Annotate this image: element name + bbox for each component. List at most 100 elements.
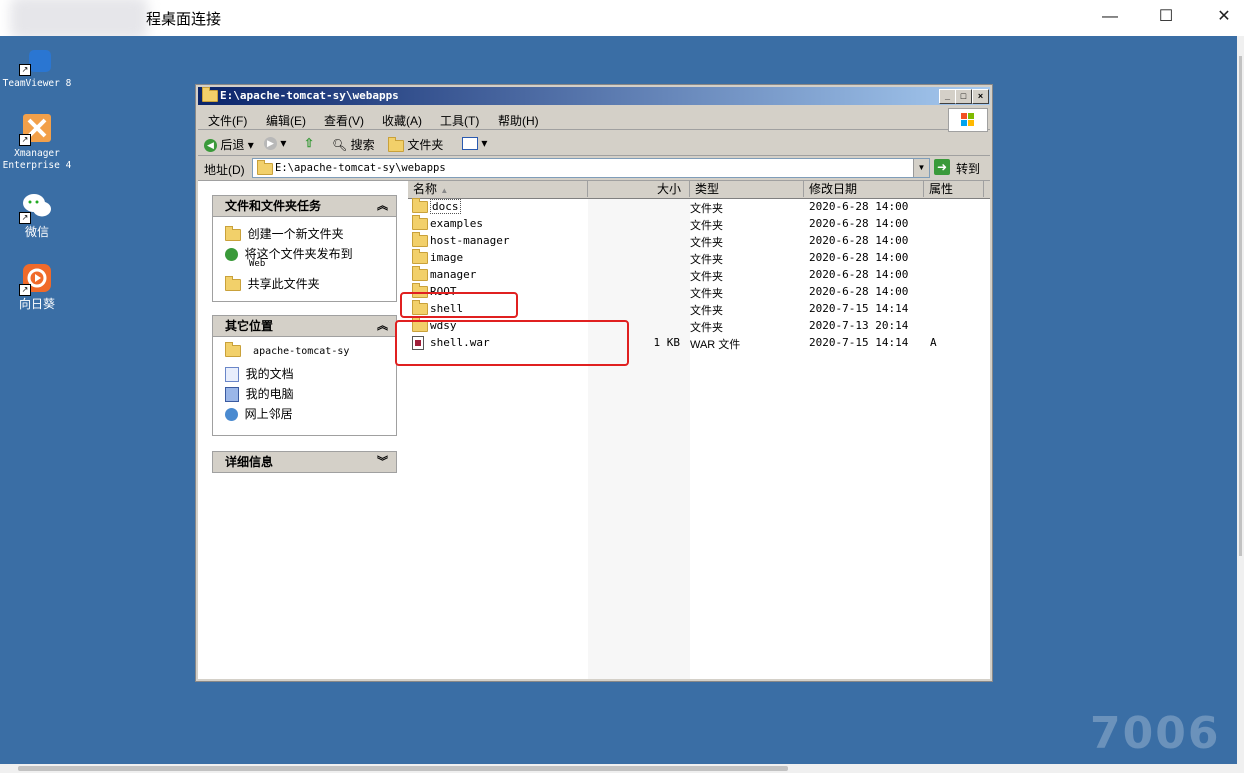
explorer-maximize-button[interactable]: □	[955, 89, 972, 104]
close-button[interactable]: ✕	[1210, 6, 1238, 28]
file-name: host-manager	[430, 234, 510, 247]
desktop-icon-xmanager[interactable]: ↗ Xmanager Enterprise 4	[0, 112, 74, 172]
globe-icon	[225, 248, 238, 262]
vertical-scrollbar[interactable]	[1237, 36, 1244, 764]
file-attr: A	[930, 336, 937, 349]
menu-favorites[interactable]: 收藏(A)	[382, 112, 422, 129]
address-label: 地址(D)	[204, 163, 245, 177]
column-date[interactable]: 修改日期	[804, 181, 924, 197]
sunflower-icon: ↗	[19, 262, 53, 296]
task-share-folder[interactable]: 共享此文件夹	[225, 275, 320, 292]
menu-view[interactable]: 查看(V)	[324, 112, 364, 129]
desktop-icon-label: 向日葵	[18, 297, 55, 311]
highlight-shell-folder	[400, 292, 518, 318]
folder-icon	[412, 215, 428, 230]
other-places-header[interactable]: 其它位置 ︽	[212, 315, 397, 337]
desktop-icon-sunflower[interactable]: ↗ 向日葵	[0, 262, 74, 310]
file-type: 文件夹	[690, 271, 723, 283]
back-arrow-icon: ◀	[204, 139, 217, 153]
desktop-icon-teamviewer[interactable]: ↗ TeamViewer 8	[0, 42, 74, 90]
up-folder-button[interactable]: ⇧	[304, 136, 314, 150]
place-my-computer[interactable]: 我的电脑	[225, 385, 294, 403]
new-folder-icon	[225, 225, 241, 241]
back-label: 后退	[220, 138, 245, 152]
highlight-shell-war	[395, 320, 629, 366]
folder-icon	[257, 160, 273, 175]
panel-title: 详细信息	[225, 455, 274, 469]
file-row[interactable]: host-manager 文件夹 2020-6-28 14:00	[408, 232, 990, 249]
desktop-icon-label: TeamViewer 8	[2, 78, 72, 89]
go-label: 转到	[956, 162, 981, 176]
horizontal-scrollbar[interactable]	[0, 764, 1244, 773]
file-date: 2020-6-28 14:00	[809, 217, 909, 230]
wechat-icon: ↗	[19, 190, 53, 224]
file-date: 2020-6-28 14:00	[809, 234, 909, 247]
file-date: 2020-7-15 14:14	[809, 336, 909, 349]
file-row[interactable]: manager 文件夹 2020-6-28 14:00	[408, 266, 990, 283]
menu-help[interactable]: 帮助(H)	[498, 112, 539, 129]
back-button[interactable]: ◀ 后退 ▾	[204, 136, 254, 153]
folder-icon	[202, 87, 218, 102]
collapse-icon[interactable]: ︽	[377, 316, 388, 336]
file-name: docs	[430, 199, 461, 214]
folder-icon	[388, 136, 404, 152]
desktop-icon-wechat[interactable]: ↗ 微信	[0, 190, 74, 238]
file-date: 2020-6-28 14:00	[809, 251, 909, 264]
file-row[interactable]: image 文件夹 2020-6-28 14:00	[408, 249, 990, 266]
place-my-documents[interactable]: 我的文档	[225, 365, 294, 383]
file-date: 2020-7-15 14:14	[809, 302, 909, 315]
views-button[interactable]: ▾	[462, 136, 487, 151]
maximize-button[interactable]: ☐	[1152, 6, 1180, 28]
address-dropdown-button[interactable]: ▼	[913, 159, 929, 177]
explorer-close-button[interactable]: ×	[972, 89, 989, 104]
xmanager-icon: ↗	[19, 112, 53, 146]
task-publish-web[interactable]: 将这个文件夹发布到	[225, 245, 353, 262]
windows-logo-icon	[948, 108, 988, 132]
explorer-titlebar[interactable]: E:\apache-tomcat-sy\webapps _ □ ×	[198, 87, 990, 105]
shared-folder-icon	[225, 275, 241, 291]
rdp-titlebar: 程桌面连接 — ☐ ✕	[0, 0, 1244, 40]
menu-bar: 文件(F) 编辑(E) 查看(V) 收藏(A) 工具(T) 帮助(H)	[198, 107, 990, 132]
folders-button[interactable]: 文件夹	[388, 136, 443, 153]
menu-file[interactable]: 文件(F)	[208, 112, 247, 129]
task-pane: 文件和文件夹任务 ︽ 创建一个新文件夹 将这个文件夹发布到 Web 共享此文件夹…	[198, 181, 408, 679]
explorer-minimize-button[interactable]: _	[939, 89, 956, 104]
menu-tools[interactable]: 工具(T)	[440, 112, 479, 129]
task-publish-web-suffix[interactable]: Web	[249, 259, 265, 269]
folder-icon	[412, 198, 428, 213]
up-folder-icon: ⇧	[304, 136, 315, 150]
column-type[interactable]: 类型	[690, 181, 804, 197]
search-button[interactable]: 🔍︎ 搜索	[332, 136, 375, 153]
place-apache-tomcat[interactable]: apache-tomcat-sy	[225, 342, 349, 357]
file-date: 2020-6-28 14:00	[809, 285, 909, 298]
file-row[interactable]: examples 文件夹 2020-6-28 14:00	[408, 215, 990, 232]
file-tasks-header[interactable]: 文件和文件夹任务 ︽	[212, 195, 397, 217]
details-header[interactable]: 详细信息 ︾	[212, 451, 397, 473]
go-button[interactable]: ➜ 转到	[934, 158, 986, 177]
column-attr[interactable]: 属性	[924, 181, 984, 197]
desktop-icon-label: Xmanager Enterprise 4	[2, 148, 72, 171]
task-new-folder[interactable]: 创建一个新文件夹	[225, 225, 344, 242]
file-tasks-panel: 文件和文件夹任务 ︽ 创建一个新文件夹 将这个文件夹发布到 Web 共享此文件夹	[212, 195, 397, 302]
rdp-title: 程桌面连接	[146, 11, 222, 28]
file-list: 名称 ▲ 大小 类型 修改日期 属性 docs 文件夹 2020-6-28 14:0…	[408, 181, 990, 679]
column-size[interactable]: 大小	[588, 181, 690, 197]
collapse-icon[interactable]: ︽	[377, 196, 388, 216]
details-panel: 详细信息 ︾	[212, 451, 397, 473]
forward-button[interactable]: ▶ ▾	[264, 136, 286, 151]
place-label: 网上邻居	[244, 407, 293, 421]
task-label: 创建一个新文件夹	[247, 227, 344, 241]
file-date: 2020-6-28 14:00	[809, 200, 909, 213]
expand-icon[interactable]: ︾	[377, 452, 388, 472]
place-network[interactable]: 网上邻居	[225, 405, 293, 422]
file-row[interactable]: docs 文件夹 2020-6-28 14:00	[408, 198, 990, 215]
column-name[interactable]: 名称 ▲	[408, 181, 588, 197]
menu-edit[interactable]: 编辑(E)	[266, 112, 306, 129]
search-label: 搜索	[350, 138, 375, 152]
minimize-button[interactable]: —	[1096, 6, 1124, 28]
panel-title: 文件和文件夹任务	[225, 199, 322, 213]
address-input[interactable]: E:\apache-tomcat-sy\webapps ▼	[252, 158, 930, 178]
address-bar: 地址(D) E:\apache-tomcat-sy\webapps ▼ ➜ 转到	[198, 156, 990, 181]
file-type: 文件夹	[690, 305, 723, 317]
file-name: examples	[430, 217, 483, 230]
